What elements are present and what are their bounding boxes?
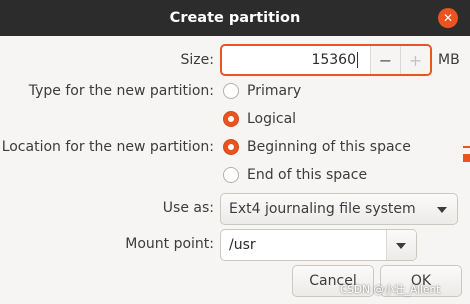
background-window-strip [463, 146, 470, 148]
use-as-dropdown[interactable]: Ext4 journaling file system [220, 193, 458, 225]
radio-checked-icon[interactable] [223, 111, 239, 127]
size-unit: MB [438, 52, 460, 68]
radio-primary[interactable]: Primary [223, 83, 301, 99]
radio-checked-icon[interactable] [223, 139, 239, 155]
radio-unchecked-icon[interactable] [223, 83, 239, 99]
mount-point-label: Mount point: [125, 236, 214, 252]
chevron-down-icon[interactable] [386, 230, 416, 260]
size-spinbutton[interactable]: 15360 − + [220, 44, 432, 76]
partition-type-label: Type for the new partition: [28, 83, 214, 99]
radio-beginning[interactable]: Beginning of this space [223, 139, 411, 155]
radio-end-label[interactable]: End of this space [247, 167, 367, 183]
watermark: CSDN @小壮_Allent [340, 284, 441, 296]
location-label: Location for the new partition: [1, 139, 214, 155]
mount-point-combo[interactable]: /usr [220, 229, 417, 261]
radio-beginning-label[interactable]: Beginning of this space [247, 139, 411, 155]
title-bar: Create partition [0, 0, 470, 36]
size-input[interactable]: 15360 [222, 46, 370, 74]
radio-logical-label[interactable]: Logical [247, 111, 296, 127]
mount-point-input[interactable]: /usr [221, 230, 386, 260]
create-partition-dialog: Create partition ✕ Size: 15360 − + MB Ty… [0, 0, 470, 304]
increase-button[interactable]: + [400, 46, 430, 74]
dialog-title: Create partition [169, 10, 301, 26]
use-as-value[interactable]: Ext4 journaling file system [229, 201, 416, 217]
radio-unchecked-icon[interactable] [223, 167, 239, 183]
radio-end[interactable]: End of this space [223, 167, 367, 183]
chevron-down-icon[interactable] [437, 207, 447, 213]
size-label: Size: [180, 52, 214, 68]
radio-logical[interactable]: Logical [223, 111, 296, 127]
decrease-button[interactable]: − [370, 46, 400, 74]
radio-primary-label[interactable]: Primary [247, 83, 301, 99]
background-window-strip [463, 154, 470, 162]
use-as-label: Use as: [162, 200, 214, 216]
close-icon[interactable]: ✕ [438, 8, 458, 28]
